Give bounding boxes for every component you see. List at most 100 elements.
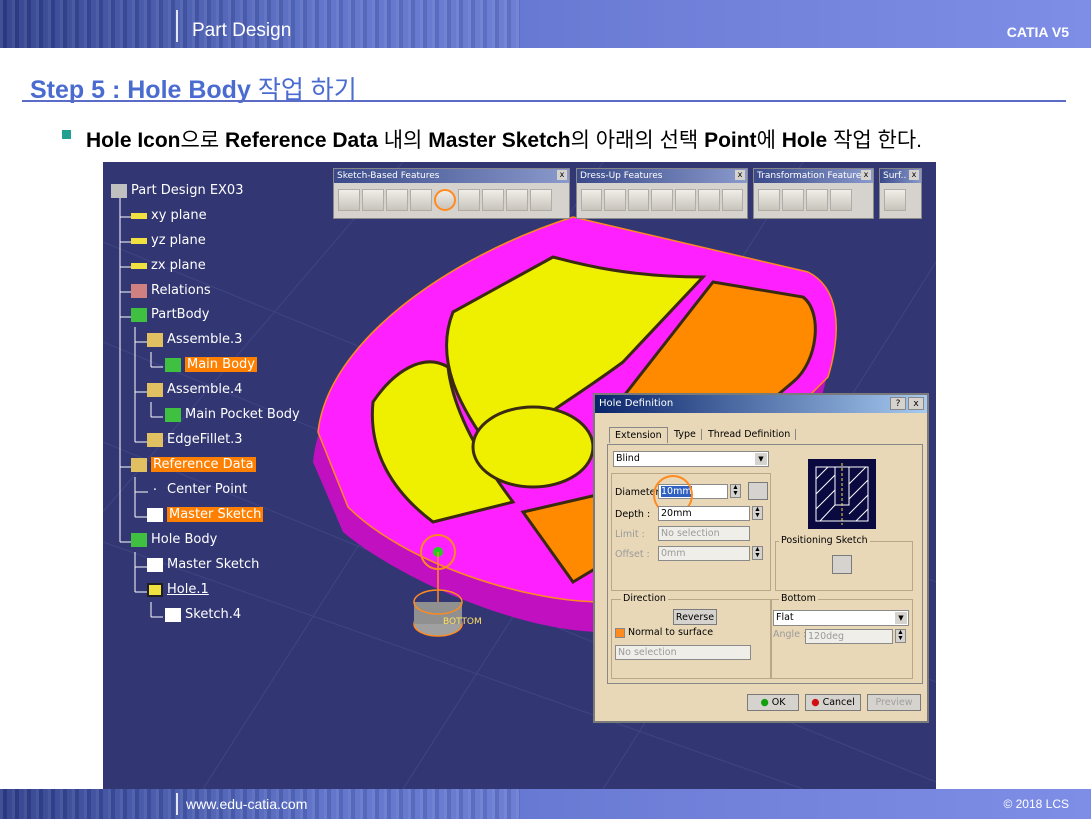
header-brand: CATIA V5: [1006, 24, 1069, 40]
tree-item-label: Hole.1: [167, 582, 209, 597]
diameter-spinner[interactable]: ▲ ▼: [730, 484, 741, 498]
stiffener-icon[interactable]: [506, 189, 528, 211]
close-icon[interactable]: x: [735, 170, 745, 180]
extension-value: Blind: [616, 453, 640, 464]
help-button[interactable]: ?: [890, 397, 906, 410]
thickness-icon[interactable]: [674, 189, 697, 211]
tree-item-main-pocket-body[interactable]: Main Pocket Body: [165, 407, 300, 422]
tree-item-yz-plane[interactable]: yz plane: [131, 233, 206, 248]
depth-spinner[interactable]: ▲ ▼: [752, 506, 763, 520]
tree-item-hole-body[interactable]: Hole Body: [131, 532, 217, 547]
slot-icon[interactable]: [482, 189, 504, 211]
close-icon[interactable]: x: [557, 170, 567, 180]
offset-label: Offset :: [615, 549, 650, 560]
sketch-icon: [147, 557, 163, 572]
pattern-icon[interactable]: [806, 189, 828, 211]
tree-item-partbody[interactable]: PartBody: [131, 307, 209, 322]
tree-item-reference-data[interactable]: Reference Data: [131, 457, 256, 472]
cancel-button[interactable]: ● Cancel: [805, 694, 861, 711]
shell-icon[interactable]: [651, 189, 673, 211]
close-button[interactable]: x: [908, 397, 924, 410]
angle-spinner[interactable]: ▲ ▼: [895, 629, 906, 643]
sketcher-button[interactable]: [832, 555, 852, 574]
chamfer-icon[interactable]: [604, 189, 626, 211]
tree-item-root[interactable]: Part Design EX03: [111, 183, 243, 198]
footer-url[interactable]: www.edu-catia.com: [186, 796, 307, 812]
groove-icon[interactable]: [410, 189, 432, 211]
extension-select[interactable]: Blind ▼: [613, 451, 769, 467]
chevron-down-icon: ▼: [755, 453, 767, 465]
bottom-value: Flat: [776, 612, 794, 623]
assemble-icon: [147, 382, 163, 397]
depth-field[interactable]: 20mm: [658, 506, 750, 521]
translation-icon[interactable]: [758, 189, 780, 211]
tab-thread-definition[interactable]: Thread Definition: [703, 429, 797, 440]
close-icon[interactable]: x: [909, 170, 919, 180]
multi-section-solid-icon[interactable]: [530, 189, 552, 211]
scaling-icon[interactable]: [830, 189, 852, 211]
center-boss: [471, 405, 595, 489]
tree-item-master-sketch[interactable]: Master Sketch: [147, 557, 259, 572]
bottom-select[interactable]: Flat ▼: [773, 610, 909, 626]
tree-item-label: PartBody: [151, 307, 210, 322]
tree-item-label: EdgeFillet.3: [167, 432, 243, 447]
tree-item-relations[interactable]: Relations: [131, 283, 211, 298]
preview-button[interactable]: Preview: [867, 694, 921, 711]
tree-item-main-body[interactable]: Main Body: [165, 357, 257, 372]
angle-field[interactable]: 120deg: [805, 629, 893, 644]
hole-icon: [147, 582, 163, 597]
plane-icon: [131, 212, 147, 219]
tree-item-label: zx plane: [151, 258, 206, 273]
bullet-text: Hole Icon으로 Reference Data 내의 Master Ske…: [86, 124, 922, 154]
tree-item-hole-1[interactable]: Hole.1: [147, 582, 209, 597]
tab-type[interactable]: Type: [669, 429, 702, 440]
bullet-part: Hole: [781, 129, 828, 152]
hole-icon[interactable]: [434, 189, 456, 211]
tree-item-center-point[interactable]: · Center Point: [147, 482, 247, 498]
limit-label: Limit :: [615, 529, 645, 540]
thread-icon[interactable]: [698, 189, 720, 211]
dialog-title: Hole Definition: [599, 398, 674, 409]
bullet-part: 내의: [377, 129, 429, 152]
tree-item-label: Relations: [151, 283, 211, 298]
limit-field[interactable]: No selection: [658, 526, 750, 541]
tree-item-edgefillet-3[interactable]: EdgeFillet.3: [147, 432, 243, 447]
bottom-label: BOTTOM: [443, 617, 482, 627]
draft-icon[interactable]: [627, 189, 650, 211]
bullet-marker: [62, 130, 71, 139]
tree-item-assemble-3[interactable]: Assemble.3: [147, 332, 242, 347]
direction-selection-field[interactable]: No selection: [615, 645, 751, 660]
offset-field[interactable]: 0mm: [658, 546, 750, 561]
rib-icon[interactable]: [458, 189, 480, 211]
point-icon: ·: [152, 482, 158, 498]
fillet-icon: [147, 432, 163, 447]
close-icon[interactable]: x: [861, 170, 871, 180]
positioning-sketch-label: Positioning Sketch: [779, 535, 870, 546]
diameter-formula-button[interactable]: [748, 482, 768, 500]
split-icon[interactable]: [884, 189, 906, 211]
tree-item-label: Part Design EX03: [131, 183, 244, 198]
normal-to-surface-label: Normal to surface: [628, 627, 714, 638]
tree-item-sketch-4[interactable]: Sketch.4: [165, 607, 241, 622]
catia-screenshot: BOTTOM Sketch-Based Features x Dress-Up F…: [103, 162, 936, 789]
sketch-icon: [147, 507, 163, 522]
bullet-part: 으로: [180, 129, 225, 152]
tree-item-zx-plane[interactable]: zx plane: [131, 258, 206, 273]
tree-item-master-sketch-ref[interactable]: Master Sketch: [147, 507, 264, 522]
bottom-label: Bottom: [779, 593, 818, 604]
bullet-part: 에: [756, 129, 782, 152]
mirror-icon[interactable]: [782, 189, 804, 211]
normal-to-surface-checkbox[interactable]: [615, 628, 625, 638]
offset-spinner[interactable]: ▲ ▼: [752, 546, 763, 560]
toolbar-surface: Surf.. x: [879, 168, 922, 219]
bullet-part: Hole Icon: [86, 129, 181, 152]
direction-selection-value: No selection: [618, 647, 677, 658]
ok-icon: ●: [760, 697, 769, 708]
reverse-button[interactable]: Reverse: [673, 609, 717, 625]
remove-face-icon[interactable]: [721, 189, 743, 211]
edge-fillet-icon[interactable]: [581, 189, 603, 211]
ok-button[interactable]: ● OK: [747, 694, 799, 711]
tree-item-assemble-4[interactable]: Assemble.4: [147, 382, 242, 397]
tree-item-xy-plane[interactable]: xy plane: [131, 208, 207, 223]
tab-extension[interactable]: Extension: [609, 427, 668, 443]
